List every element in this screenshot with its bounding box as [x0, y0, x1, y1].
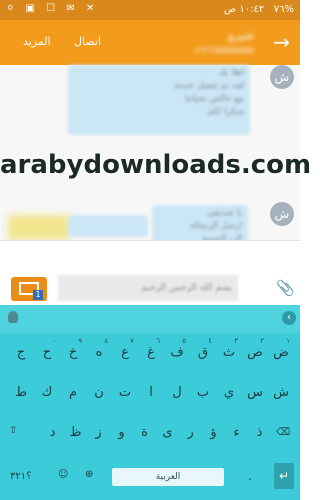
key[interactable]: ء [225, 425, 248, 440]
key[interactable]: ب [190, 385, 216, 400]
key[interactable]: ؤ [202, 425, 225, 440]
contact-number: +٩٦٦٥٥٥٥٥٥٥٥ [193, 46, 254, 56]
message-input[interactable]: بسم الله الرحمن الرحيم [58, 275, 238, 301]
key[interactable]: ع٧ [112, 337, 138, 360]
sender-avatar: ش [270, 202, 294, 226]
key-number-hint: ٢ [260, 337, 264, 345]
send-button[interactable]: 1 [11, 277, 47, 301]
key[interactable]: ق٤ [190, 337, 216, 360]
paperclip-icon[interactable]: 📎 [276, 279, 295, 297]
key-number-hint: ٦ [156, 337, 160, 345]
keyboard: ‹ ض١ص٢ث٣ق٤ف٥غ٦ع٧ه٨خ٩ح٠ج شسيبلاتنمكط ذءؤر… [0, 305, 300, 500]
battery-level: %٧٦ [273, 4, 294, 15]
status-icons: ⚪ ▣ ☐ ✉ ✕ [6, 3, 99, 14]
message-line: شكرا لكم [207, 107, 244, 117]
key[interactable]: ذ [248, 425, 271, 440]
space-key[interactable]: العربية [112, 468, 224, 486]
key-number-hint: ٩ [78, 337, 82, 345]
key[interactable]: ض١ [268, 337, 294, 360]
back-arrow-icon[interactable]: → [273, 30, 290, 54]
key[interactable]: ج [8, 345, 34, 360]
message-line: ارسل الرسالة [189, 221, 242, 231]
status-bar: ⚪ ▣ ☐ ✉ ✕ %٧٦ ١٠:٤٢ ص [0, 0, 300, 20]
key[interactable]: ر [179, 425, 202, 440]
key[interactable]: ز [87, 425, 110, 440]
key[interactable]: ف٥ [164, 337, 190, 360]
emoji-icon[interactable]: ☺ [58, 469, 68, 480]
key[interactable]: ى [156, 425, 179, 440]
key[interactable]: ظ [64, 425, 87, 440]
key[interactable]: خ٩ [60, 337, 86, 360]
enter-key[interactable]: ↵ [274, 463, 294, 489]
key-number-hint: ١ [286, 337, 290, 345]
globe-icon[interactable]: ⊕ [85, 469, 93, 480]
key[interactable]: ك [34, 385, 60, 400]
key[interactable]: ي [216, 385, 242, 400]
key[interactable]: ت [112, 385, 138, 400]
key[interactable]: س [242, 385, 268, 400]
key-number-hint: ٣ [234, 337, 238, 345]
key-number-hint: ٠ [52, 337, 56, 345]
mode-switch-key[interactable]: ؟٣٢١ [10, 471, 31, 482]
key[interactable]: ط [8, 385, 34, 400]
message-line: لقد تم تفعيل خدمة [174, 81, 244, 91]
sim-badge: 1 [33, 290, 43, 300]
compose-bar: 1 بسم الله الرحمن الرحيم 📎 [0, 240, 300, 306]
key[interactable]: ة [133, 425, 156, 440]
key-number-hint: ٥ [182, 337, 186, 345]
key[interactable]: ل [164, 385, 190, 400]
message-bubble[interactable]: اهلا بك لقد تم تفعيل خدمة مع خالص تحياتن… [68, 65, 250, 135]
key[interactable]: ش [268, 385, 294, 400]
key-number-hint: ٨ [104, 337, 108, 345]
message-bubble-partial [68, 215, 148, 237]
message-line: مع خالص تحياتنا [184, 94, 244, 104]
app-bar: المزيد اتصال شيرو +٩٦٦٥٥٥٥٥٥٥٥ → [0, 20, 300, 65]
key-number-hint: ٤ [208, 337, 212, 345]
more-button[interactable]: المزيد [23, 35, 51, 48]
period-key[interactable]: . [248, 469, 252, 483]
key[interactable]: ن [86, 385, 112, 400]
key-number-hint: ٧ [130, 337, 134, 345]
microphone-icon[interactable] [8, 311, 18, 323]
watermark-text: arabydownloads.com [0, 150, 312, 180]
key[interactable]: غ٦ [138, 337, 164, 360]
key[interactable]: د [41, 425, 64, 440]
keyboard-row-1: ض١ص٢ث٣ق٤ف٥غ٦ع٧ه٨خ٩ح٠ج [6, 337, 294, 360]
highlighted-text-blur [8, 215, 70, 240]
key[interactable]: ح٠ [34, 337, 60, 360]
shift-icon[interactable]: ⇧ [9, 425, 17, 436]
keyboard-row-3: ذءؤرىةوزظد [33, 425, 271, 440]
chevron-left-icon[interactable]: ‹ [282, 311, 296, 325]
keyboard-row-2: شسيبلاتنمكط [6, 385, 294, 400]
key[interactable]: ص٢ [242, 337, 268, 360]
key[interactable]: ا [138, 385, 164, 400]
key[interactable]: ث٣ [216, 337, 242, 360]
key[interactable]: ه٨ [86, 337, 112, 360]
message-line: يا صديقي [206, 208, 242, 218]
backspace-icon[interactable]: ⌫ [276, 427, 290, 438]
clock: ١٠:٤٢ ص [224, 4, 265, 15]
sender-avatar: ش [270, 65, 294, 89]
message-line: اهلا بك [218, 68, 244, 78]
key[interactable]: م [60, 385, 86, 400]
call-button[interactable]: اتصال [74, 35, 101, 48]
status-time: %٧٦ ١٠:٤٢ ص [224, 4, 294, 15]
keyboard-toolbar: ‹ [0, 305, 300, 333]
contact-name: شيرو [227, 28, 254, 42]
key[interactable]: و [110, 425, 133, 440]
